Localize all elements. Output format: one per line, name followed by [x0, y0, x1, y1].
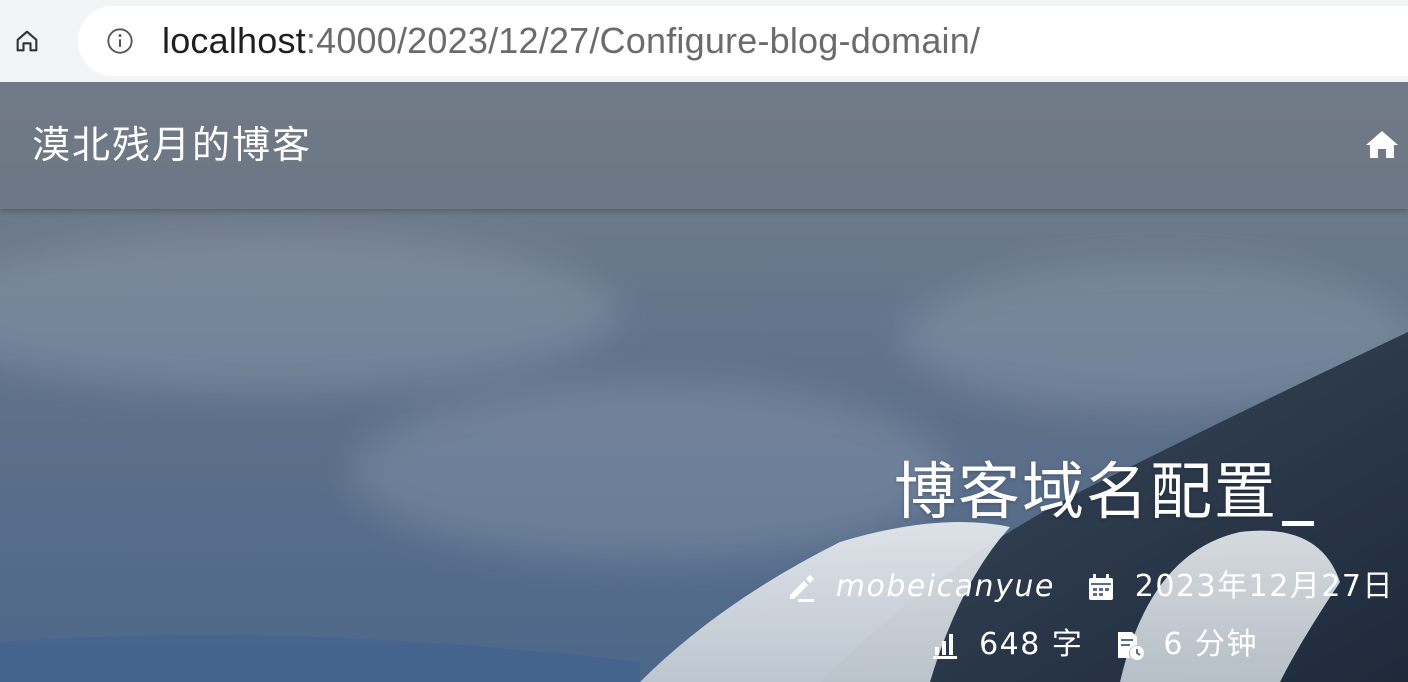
typing-cursor	[1282, 521, 1314, 526]
url-text[interactable]: localhost:4000/2023/12/27/Configure-blog…	[162, 20, 980, 62]
read-time: 6 分钟	[1163, 627, 1258, 662]
bar-chart-icon	[933, 634, 958, 659]
post-title: 博客域名配置	[894, 454, 1314, 530]
pen-icon	[789, 575, 814, 602]
post-title-text: 博客域名配置	[893, 455, 1278, 528]
browser-toolbar: localhost:4000/2023/12/27/Configure-blog…	[0, 0, 1408, 82]
post-meta-row: mobeicanyue 2023年12月27日	[786, 567, 1394, 607]
site-navbar: 漠北残月的博客	[0, 82, 1408, 209]
reading-time-icon	[1118, 632, 1145, 660]
url-path: :4000/2023/12/27/Configure-blog-domain/	[305, 20, 981, 61]
info-icon[interactable]	[106, 27, 134, 55]
post-author: mobeicanyue	[835, 569, 1055, 604]
post-stats-row: 648 字 6 分钟	[929, 625, 1258, 665]
address-bar[interactable]: localhost:4000/2023/12/27/Configure-blog…	[78, 6, 1408, 76]
calendar-icon	[1088, 574, 1113, 600]
nav-home-button[interactable]	[1364, 128, 1400, 160]
browser-home-button[interactable]	[8, 22, 46, 60]
hero-banner: 漠北残月的博客 博客域名配置 mobeicanyue 2023年12月27日 6…	[0, 82, 1408, 682]
url-host: localhost	[162, 20, 306, 61]
home-icon	[1366, 131, 1398, 158]
word-count: 648 字	[979, 627, 1084, 662]
site-title[interactable]: 漠北残月的博客	[32, 122, 312, 168]
post-date: 2023年12月27日	[1134, 569, 1394, 604]
home-icon	[16, 30, 38, 52]
